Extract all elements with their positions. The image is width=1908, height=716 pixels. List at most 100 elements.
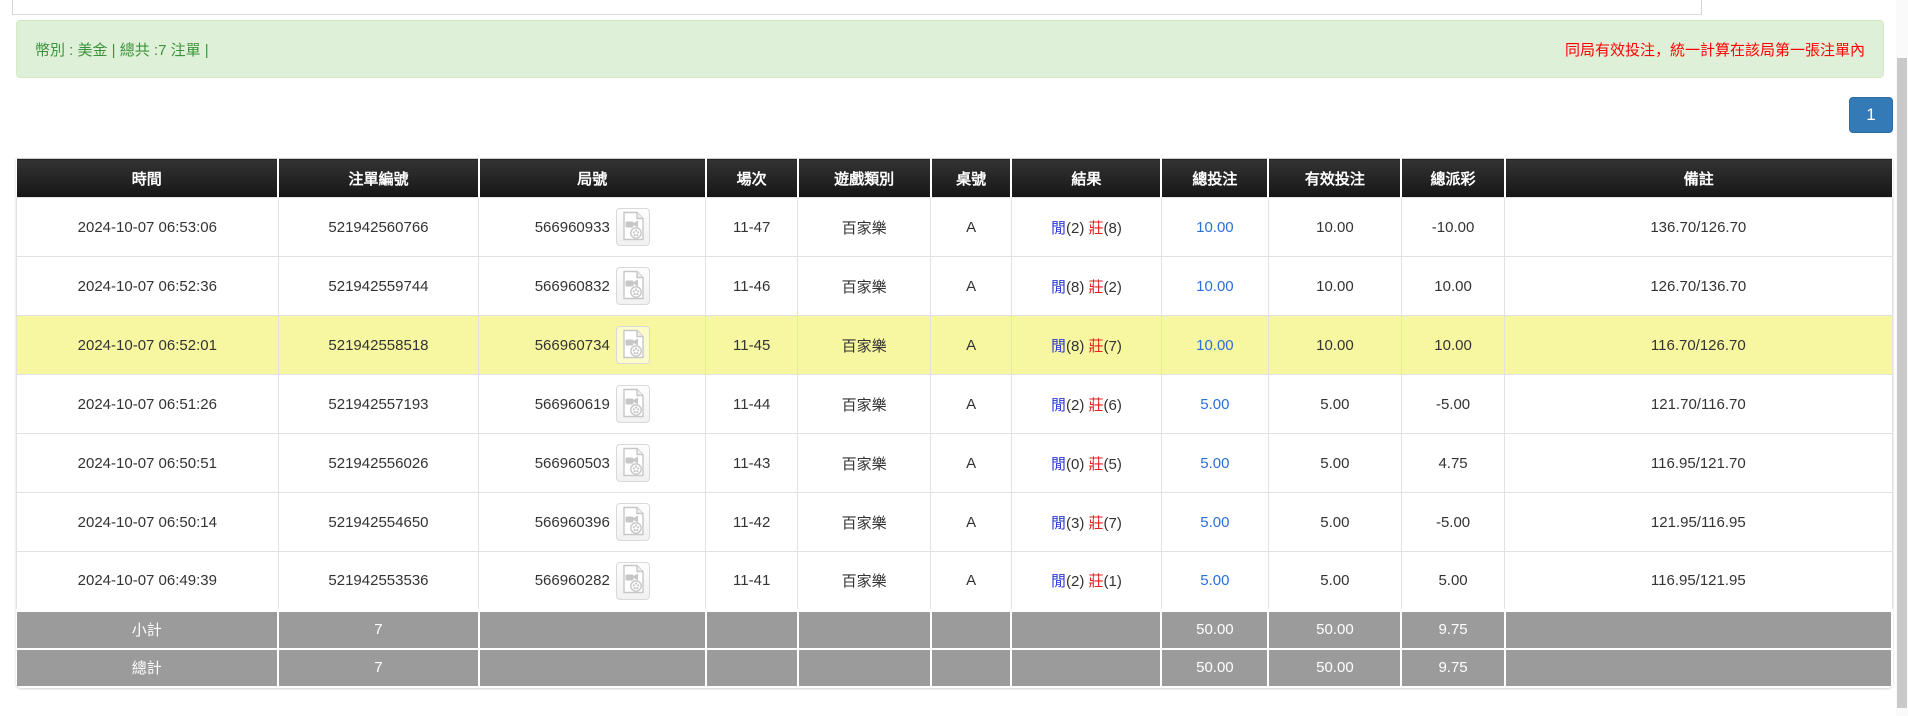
cell-valid-bet: 5.00: [1268, 552, 1401, 611]
scrollbar-thumb[interactable]: [1897, 58, 1907, 708]
round-no-text: 566960396: [535, 514, 610, 531]
cell-total-bet: 10.00: [1161, 257, 1268, 316]
cell-table-no: A: [931, 493, 1012, 552]
video-replay-button[interactable]: [616, 326, 650, 364]
table-row[interactable]: 2024-10-07 06:53:06 521942560766 5669609…: [17, 198, 1893, 257]
col-header-round-no: 局號: [479, 159, 706, 198]
banker-result-label: 莊: [1089, 220, 1104, 237]
cell-game-type: 百家樂: [798, 434, 931, 493]
banker-score: (2): [1104, 279, 1122, 296]
cell-bet-no: 521942554650: [278, 493, 479, 552]
cell-time: 2024-10-07 06:53:06: [17, 198, 279, 257]
cell-game-type: 百家樂: [798, 198, 931, 257]
player-result-label: 閒: [1051, 456, 1066, 473]
total-bet-link[interactable]: 10.00: [1196, 278, 1234, 295]
cell-result: 閒(0) 莊(5): [1011, 434, 1161, 493]
cell-session: 11-43: [706, 434, 798, 493]
col-header-payout: 總派彩: [1401, 159, 1504, 198]
vertical-scrollbar[interactable]: [1896, 0, 1908, 716]
cell-table-no: A: [931, 552, 1012, 611]
bet-records-table: 時間 注單編號 局號 場次 遊戲類別 桌號 結果 總投注 有效投注 總派彩 備註…: [16, 158, 1893, 688]
cell-round-no: 566960503: [479, 434, 706, 493]
banker-result-label: 莊: [1089, 456, 1104, 473]
video-replay-button[interactable]: [616, 267, 650, 305]
total-bet-link[interactable]: 5.00: [1200, 455, 1229, 472]
cell-remark: 121.70/116.70: [1505, 375, 1892, 434]
total-bet-link[interactable]: 5.00: [1200, 396, 1229, 413]
cell-round-no: 566960619: [479, 375, 706, 434]
banker-score: (6): [1104, 397, 1122, 414]
video-replay-button[interactable]: [616, 503, 650, 541]
cell-table-no: A: [931, 198, 1012, 257]
total-bet-link[interactable]: 10.00: [1196, 219, 1234, 236]
cell-valid-bet: 5.00: [1268, 493, 1401, 552]
cell-remark: 116.95/121.95: [1505, 552, 1892, 611]
col-header-table-no: 桌號: [931, 159, 1012, 198]
total-bet-link[interactable]: 5.00: [1200, 572, 1229, 589]
cell-game-type: 百家樂: [798, 375, 931, 434]
cell-valid-bet: 10.00: [1268, 316, 1401, 375]
cell-table-no: A: [931, 316, 1012, 375]
cell-total-bet: 5.00: [1161, 434, 1268, 493]
video-file-icon: [620, 506, 646, 539]
cell-valid-bet: 10.00: [1268, 198, 1401, 257]
video-file-icon: [620, 447, 646, 480]
col-header-time: 時間: [17, 159, 279, 198]
banker-score: (5): [1104, 456, 1122, 473]
cell-game-type: 百家樂: [798, 257, 931, 316]
summary-label: 小計: [17, 611, 279, 649]
player-result-label: 閒: [1051, 338, 1066, 355]
cell-result: 閒(2) 莊(8): [1011, 198, 1161, 257]
cell-remark: 116.95/121.70: [1505, 434, 1892, 493]
cell-session: 11-42: [706, 493, 798, 552]
cell-time: 2024-10-07 06:50:51: [17, 434, 279, 493]
player-score: (2): [1066, 397, 1084, 414]
round-no-text: 566960832: [535, 278, 610, 295]
summary-valid-bet: 50.00: [1268, 649, 1401, 687]
video-replay-button[interactable]: [616, 444, 650, 482]
cell-round-no: 566960734: [479, 316, 706, 375]
cell-payout: 4.75: [1401, 434, 1504, 493]
summary-row: 總計 7 50.00 50.00 9.75: [17, 649, 1893, 687]
cell-round-no: 566960282: [479, 552, 706, 611]
currency-total-text: 幣別 : 美金 | 總共 :7 注單 |: [35, 39, 209, 60]
cell-valid-bet: 5.00: [1268, 434, 1401, 493]
table-row[interactable]: 2024-10-07 06:52:36 521942559744 5669608…: [17, 257, 1893, 316]
cell-payout: 10.00: [1401, 316, 1504, 375]
round-no-text: 566960619: [535, 396, 610, 413]
cell-payout: 5.00: [1401, 552, 1504, 611]
table-header-row: 時間 注單編號 局號 場次 遊戲類別 桌號 結果 總投注 有效投注 總派彩 備註: [17, 159, 1893, 198]
table-row[interactable]: 2024-10-07 06:50:14 521942554650 5669603…: [17, 493, 1893, 552]
banker-score: (7): [1104, 338, 1122, 355]
player-result-label: 閒: [1051, 515, 1066, 532]
table-row[interactable]: 2024-10-07 06:49:39 521942553536 5669602…: [17, 552, 1893, 611]
table-row[interactable]: 2024-10-07 06:52:01 521942558518 5669607…: [17, 316, 1893, 375]
banker-result-label: 莊: [1089, 573, 1104, 590]
total-bet-link[interactable]: 10.00: [1196, 337, 1234, 354]
cell-result: 閒(2) 莊(6): [1011, 375, 1161, 434]
col-header-game-type: 遊戲類別: [798, 159, 931, 198]
video-replay-button[interactable]: [616, 385, 650, 423]
cell-total-bet: 10.00: [1161, 316, 1268, 375]
player-result-label: 閒: [1051, 397, 1066, 414]
cell-game-type: 百家樂: [798, 493, 931, 552]
cell-result: 閒(8) 莊(7): [1011, 316, 1161, 375]
video-replay-button[interactable]: [616, 562, 650, 600]
summary-total-bet: 50.00: [1161, 611, 1268, 649]
total-bet-link[interactable]: 5.00: [1200, 514, 1229, 531]
cell-bet-no: 521942556026: [278, 434, 479, 493]
player-score: (2): [1066, 573, 1084, 590]
cell-bet-no: 521942559744: [278, 257, 479, 316]
table-row[interactable]: 2024-10-07 06:50:51 521942556026 5669605…: [17, 434, 1893, 493]
round-no-text: 566960933: [535, 219, 610, 236]
video-replay-button[interactable]: [616, 208, 650, 246]
table-row[interactable]: 2024-10-07 06:51:26 521942557193 5669606…: [17, 375, 1893, 434]
cell-remark: 136.70/126.70: [1505, 198, 1892, 257]
cell-session: 11-47: [706, 198, 798, 257]
round-no-text: 566960734: [535, 337, 610, 354]
player-score: (8): [1066, 279, 1084, 296]
cell-time: 2024-10-07 06:49:39: [17, 552, 279, 611]
cell-total-bet: 5.00: [1161, 493, 1268, 552]
cell-time: 2024-10-07 06:50:14: [17, 493, 279, 552]
pagination-page-button[interactable]: 1: [1849, 97, 1893, 133]
